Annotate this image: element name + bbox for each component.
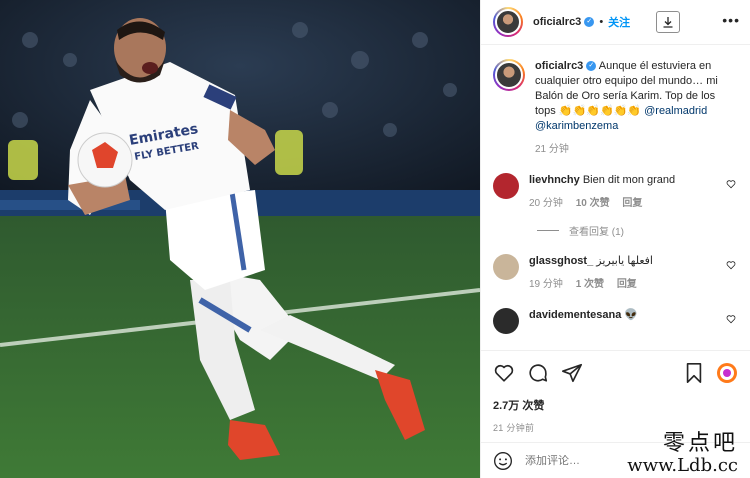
caption-time: 21 分钟 [535,144,569,155]
view-replies-button[interactable]: 查看回复 (1) [537,223,738,238]
like-button[interactable] [493,362,515,384]
follow-button[interactable]: 关注 [608,14,630,30]
watermark-title: 零点吧 [662,431,738,456]
comment-item: davidementesana 👽 [493,308,738,334]
author-avatar[interactable] [493,7,523,37]
more-options-button[interactable]: ••• [722,13,740,27]
comments-list[interactable]: oficialrc3 ✓ Aunque él estuviera en cualq… [481,45,750,345]
replies-divider [537,230,559,231]
download-button[interactable] [656,11,680,33]
post-header: oficialrc3 ✓ • 关注 ••• [481,0,750,45]
extension-circle-icon [717,363,737,383]
comment-text: 👽 [624,309,639,321]
share-button[interactable] [561,362,583,384]
view-replies-label: 查看回复 (1) [569,227,624,238]
clap-emoji: 👏👏👏👏👏👏 [558,105,642,117]
mention-karimbenzema[interactable]: @karimbenzema [535,120,618,132]
reply-button[interactable]: 回复 [622,198,642,209]
caption-username[interactable]: oficialrc3 [535,60,583,72]
comment-item: glassghost_ افعلها يابيريز 19 分钟 1 次赞 回复 [493,254,738,292]
like-comment-heart-icon[interactable] [726,260,736,270]
like-count[interactable]: 2.7万 次赞 [493,397,738,413]
comment-username[interactable]: glassghost_ [529,255,593,267]
comment-username[interactable]: davidementesana [529,309,621,321]
commenter-avatar[interactable] [493,173,519,199]
caption: oficialrc3 ✓ Aunque él estuviera en cualq… [493,45,738,157]
emoji-icon[interactable] [493,451,513,471]
post-actions: 2.7万 次赞 21 分钟前 [481,350,750,434]
comment-likes[interactable]: 10 次赞 [576,198,610,209]
comment-text: افعلها يابيريز [596,255,653,267]
header-separator: • [599,16,604,28]
player-celebration-illustration: Emirates FLY BETTER [0,0,480,478]
commenter-avatar[interactable] [493,308,519,334]
extension-button[interactable] [716,362,738,384]
commenter-avatar[interactable] [493,254,519,280]
mention-realmadrid[interactable]: @realmadrid [644,105,707,117]
comment-button[interactable] [527,362,549,384]
watermark-url: www.Ldb.cc [627,455,738,476]
comment-text: Bien dit mon grand [582,174,676,186]
like-comment-heart-icon[interactable] [726,179,736,189]
paper-plane-icon [562,363,582,383]
comment-time: 20 分钟 [529,198,563,209]
post-side-panel: oficialrc3 ✓ • 关注 ••• oficialrc3 ✓ Aunque… [480,0,750,478]
like-comment-heart-icon[interactable] [726,314,736,324]
verified-badge-icon: ✓ [586,61,597,72]
caption-avatar[interactable] [493,59,525,91]
save-button[interactable] [684,362,704,384]
comment-bubble-icon [529,364,548,382]
heart-icon [494,364,514,382]
post-image[interactable]: Emirates FLY BETTER [0,0,480,478]
comment-item: lievhnchy Bien dit mon grand 20 分钟 10 次赞… [493,173,738,211]
download-icon [663,17,673,28]
comment-time: 19 分钟 [529,279,563,290]
reply-button[interactable]: 回复 [617,279,637,290]
comment-username[interactable]: lievhnchy [529,174,580,186]
site-watermark: 零点吧 www.Ldb.cc [627,425,738,476]
author-username[interactable]: oficialrc3 [533,16,581,28]
comment-likes[interactable]: 1 次赞 [576,279,604,290]
verified-badge-icon: ✓ [584,17,595,27]
bookmark-icon [686,363,702,383]
